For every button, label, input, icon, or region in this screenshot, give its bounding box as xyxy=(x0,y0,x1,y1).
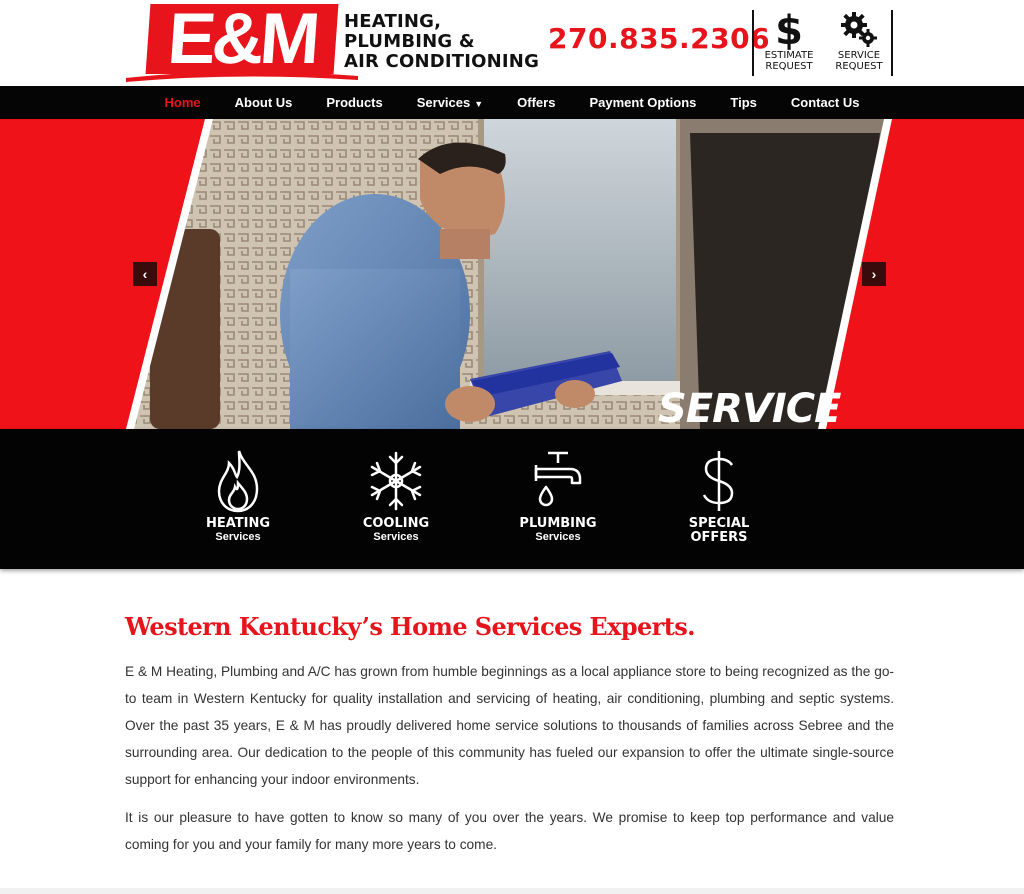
hero-slider: ‹ › SERVICE xyxy=(0,119,1024,429)
cooling-subtitle: Services xyxy=(373,531,419,543)
hero-caption: SERVICE xyxy=(658,386,841,429)
estimate-label-2: REQUEST xyxy=(765,61,813,72)
nav-tips[interactable]: Tips xyxy=(713,86,774,119)
page-headline: Western Kentucky’s Home Services Experts… xyxy=(125,612,695,641)
nav-services[interactable]: Services ▼ xyxy=(400,86,500,119)
plumbing-title: PLUMBING xyxy=(519,516,597,531)
nav-products[interactable]: Products xyxy=(309,86,399,119)
logo-line-2: PLUMBING & xyxy=(344,31,475,52)
slider-next-button[interactable]: › xyxy=(862,262,886,286)
main-navigation: Home About Us Products Services ▼ Offers … xyxy=(0,86,1024,119)
site-header: E&M HEATING, PLUMBING & AIR CONDITIONING… xyxy=(0,0,1024,86)
service-request-button[interactable]: SERVICE REQUEST xyxy=(824,8,894,78)
main-content: Western Kentucky’s Home Services Experts… xyxy=(125,612,894,858)
snowflake-icon xyxy=(370,451,422,511)
logo-mark: E&M xyxy=(145,0,339,79)
logo-text: HEATING, PLUMBING & AIR CONDITIONING xyxy=(344,12,539,72)
slider-prev-button[interactable]: ‹ xyxy=(133,262,157,286)
closing-paragraph: It is our pleasure to have gotten to kno… xyxy=(125,810,894,852)
nav-about-us[interactable]: About Us xyxy=(218,86,310,119)
dollar-icon: $ xyxy=(754,8,824,54)
estimate-label-1: ESTIMATE xyxy=(764,50,814,61)
intro-paragraph: E & M Heating, Plumbing and A/C has grow… xyxy=(125,664,894,787)
faucet-icon xyxy=(534,451,582,507)
nav-payment-options[interactable]: Payment Options xyxy=(572,86,713,119)
company-logo[interactable]: E&M HEATING, PLUMBING & AIR CONDITIONING xyxy=(126,0,539,82)
estimate-request-button[interactable]: $ ESTIMATE REQUEST xyxy=(754,8,824,78)
svg-text:$: $ xyxy=(775,8,803,50)
nav-contact-us[interactable]: Contact Us xyxy=(774,86,877,119)
flame-icon xyxy=(217,450,259,513)
heating-title: HEATING xyxy=(205,516,271,531)
chevron-down-icon: ▼ xyxy=(474,99,484,109)
logo-swoosh xyxy=(126,71,358,82)
special-title: SPECIAL xyxy=(688,516,750,531)
phone-number[interactable]: 270.835.2306 xyxy=(548,22,770,55)
heating-subtitle: Services xyxy=(215,531,261,543)
services-band: HEATING Services COOLING Services PLUMBI… xyxy=(0,429,1024,569)
dollar-icon xyxy=(702,451,734,511)
special-subtitle: OFFERS xyxy=(690,530,748,545)
plumbing-services-link[interactable]: PLUMBING Services xyxy=(503,449,613,543)
nav-services-label: Services xyxy=(416,95,471,110)
nav-home[interactable]: Home xyxy=(147,86,217,119)
special-offers-link[interactable]: SPECIAL OFFERS xyxy=(664,449,774,545)
header-divider xyxy=(891,10,893,76)
service-label-1: SERVICE xyxy=(837,50,881,61)
cooling-services-link[interactable]: COOLING Services xyxy=(341,449,451,543)
logo-line-3: AIR CONDITIONING xyxy=(344,51,540,72)
footer-edge xyxy=(0,888,1024,894)
nav-offers[interactable]: Offers xyxy=(500,86,572,119)
plumbing-subtitle: Services xyxy=(535,531,581,543)
service-label-2: REQUEST xyxy=(835,61,883,72)
heating-services-link[interactable]: HEATING Services xyxy=(183,449,293,543)
cooling-title: COOLING xyxy=(362,516,430,531)
logo-line-1: HEATING, xyxy=(344,11,442,32)
gears-icon xyxy=(824,8,894,50)
